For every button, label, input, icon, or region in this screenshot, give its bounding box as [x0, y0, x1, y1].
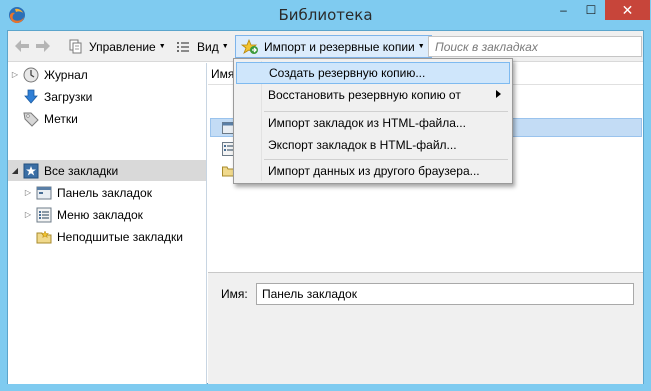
menu-item-label: Экспорт закладок в HTML-файл... [268, 138, 457, 152]
title-bar: Библиотека – ☐ ✕ [0, 0, 651, 30]
back-arrow-icon[interactable] [14, 39, 30, 53]
import-label: Импорт и резервные копии [264, 39, 415, 54]
tree-item-bookmarks-toolbar[interactable]: ▷ Панель закладок [23, 182, 152, 203]
sidebar-tree: ▷ Журнал Загрузки Метки ◢ Все закладки ▷… [8, 63, 207, 384]
manage-label: Управление [89, 39, 156, 54]
bookmarks-toolbar-icon [36, 186, 52, 199]
submenu-arrow-icon [496, 90, 501, 98]
maximize-button[interactable]: ☐ [578, 0, 604, 20]
collapse-arrow-icon[interactable]: ◢ [10, 166, 20, 175]
tree-item-unsorted-bookmarks[interactable]: Неподшитые закладки [36, 226, 183, 247]
organize-icon [69, 39, 82, 53]
view-list-icon [177, 41, 189, 52]
import-star-icon [241, 38, 258, 54]
expand-arrow-icon[interactable]: ▷ [23, 210, 33, 219]
tag-icon [23, 112, 39, 127]
import-backup-menu-button[interactable]: Импорт и резервные копии ▼ [235, 35, 432, 58]
view-label: Вид [197, 39, 219, 54]
tree-item-label: Все закладки [44, 163, 119, 178]
menu-item-label: Восстановить резервную копию от [268, 88, 461, 102]
tree-item-all-bookmarks[interactable]: ◢ Все закладки [8, 160, 206, 181]
tree-item-label: Журнал [44, 67, 88, 82]
menu-item-export-html[interactable]: Экспорт закладок в HTML-файл... [236, 134, 510, 156]
tree-item-downloads[interactable]: Загрузки [23, 86, 92, 107]
search-input[interactable]: Поиск в закладках [428, 36, 642, 57]
menu-item-restore-backup[interactable]: Восстановить резервную копию от [236, 84, 510, 106]
tree-item-label: Неподшитые закладки [57, 229, 183, 244]
name-field-label: Имя: [221, 287, 248, 301]
tree-item-history[interactable]: ▷ Журнал [10, 64, 88, 85]
tree-item-tags[interactable]: Метки [23, 108, 78, 129]
manage-menu-button[interactable]: Управление ▼ [68, 36, 166, 57]
bookmarks-menu-icon [36, 207, 52, 222]
tree-item-label: Загрузки [44, 89, 93, 104]
menu-item-import-html[interactable]: Импорт закладок из HTML-файла... [236, 112, 510, 134]
chevron-down-icon: ▼ [417, 43, 425, 50]
close-button[interactable]: ✕ [605, 0, 650, 20]
download-arrow-icon [24, 89, 38, 104]
clock-icon [23, 67, 39, 82]
bookmarks-star-icon [23, 163, 39, 178]
view-menu-button[interactable]: Вид ▼ [175, 36, 229, 57]
chevron-down-icon: ▼ [158, 43, 166, 50]
name-field[interactable]: Панель закладок [256, 283, 634, 305]
menu-item-import-other-browser[interactable]: Импорт данных из другого браузера... [236, 160, 510, 182]
chevron-down-icon: ▼ [221, 43, 229, 50]
menu-item-create-backup[interactable]: Создать резервную копию... [236, 62, 510, 84]
details-panel: Имя: Панель закладок [208, 272, 643, 384]
minimize-button[interactable]: – [550, 0, 577, 20]
tree-item-label: Панель закладок [57, 185, 152, 200]
menu-item-label: Импорт закладок из HTML-файла... [268, 116, 466, 130]
tree-item-label: Меню закладок [57, 207, 143, 222]
menu-item-label: Импорт данных из другого браузера... [268, 164, 480, 178]
expand-arrow-icon[interactable]: ▷ [23, 188, 33, 197]
forward-arrow-icon[interactable] [35, 39, 51, 53]
import-backup-dropdown-menu: Создать резервную копию... Восстановить … [233, 58, 513, 184]
expand-arrow-icon[interactable]: ▷ [10, 70, 20, 79]
tree-item-bookmarks-menu[interactable]: ▷ Меню закладок [23, 204, 143, 225]
menu-item-label: Создать резервную копию... [269, 66, 426, 80]
tree-item-label: Метки [44, 111, 78, 126]
unsorted-folder-icon [36, 229, 52, 243]
library-window: Библиотека – ☐ ✕ Управление ▼ Вид ▼ Импо… [0, 0, 651, 391]
